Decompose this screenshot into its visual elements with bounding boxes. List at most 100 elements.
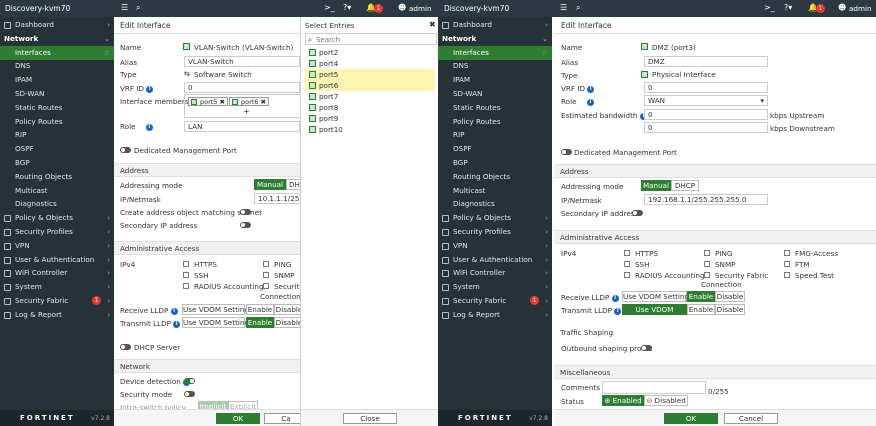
search-input[interactable] bbox=[316, 35, 434, 44]
sidebar-item-vpn[interactable]: VPN › bbox=[0, 239, 114, 253]
sidebar-item-routing-objects[interactable]: Routing Objects bbox=[0, 170, 114, 184]
sidebar-item-security-profiles[interactable]: Security Profiles › bbox=[438, 225, 552, 239]
sidebar-item-diagnostics[interactable]: Diagnostics bbox=[0, 197, 114, 211]
cli-icon[interactable]: >_ bbox=[764, 3, 775, 12]
sidebar-item-multicast[interactable]: Multicast bbox=[0, 184, 114, 198]
remove-icon[interactable]: ✖ bbox=[220, 98, 225, 106]
help-icon[interactable]: ?▾ bbox=[343, 3, 351, 12]
entry-port4[interactable]: port4 bbox=[305, 58, 435, 69]
addressing-dhcp-button[interactable]: DHC bbox=[286, 179, 300, 190]
sidebar-item-dns[interactable]: DNS bbox=[438, 59, 552, 73]
sidebar-item-dashboard[interactable]: Dashboard › bbox=[438, 18, 552, 32]
trans-lldp-disable-button[interactable]: Disable bbox=[274, 317, 300, 328]
snmp-checkbox[interactable] bbox=[704, 261, 710, 267]
star-icon[interactable]: ☆ bbox=[104, 46, 110, 60]
star-icon[interactable]: ☆ bbox=[542, 46, 548, 60]
remove-icon[interactable]: ✖ bbox=[261, 98, 266, 106]
info-icon[interactable]: i bbox=[145, 123, 153, 131]
addressing-manual-button[interactable]: Manual bbox=[641, 180, 671, 191]
create-address-toggle[interactable] bbox=[240, 209, 251, 215]
recv-lldp-vdom-button[interactable]: Use VDOM Setting bbox=[622, 291, 689, 302]
sidebar-item-ipam[interactable]: IPAM bbox=[438, 73, 552, 87]
sidebar-item-ospf[interactable]: OSPF bbox=[438, 142, 552, 156]
sidebar-item-log-report[interactable]: Log & Report › bbox=[0, 308, 114, 322]
cli-icon[interactable]: >_ bbox=[324, 3, 335, 12]
role-select[interactable]: LAN bbox=[184, 121, 300, 132]
sidebar-item-static-routes[interactable]: Static Routes bbox=[0, 101, 114, 115]
recv-lldp-enable-button[interactable]: Enable bbox=[687, 291, 715, 302]
vrf-input[interactable]: 0 bbox=[644, 82, 768, 93]
sidebar-item-interfaces[interactable]: Interfaces ☆ bbox=[0, 45, 114, 60]
members-box[interactable]: port5 ✖ port6 ✖ + bbox=[184, 94, 300, 118]
bw-upstream-input[interactable]: 0 bbox=[644, 109, 768, 120]
sidebar-item-sd-wan[interactable]: SD-WAN bbox=[0, 87, 114, 101]
sidebar-item-security-fabric[interactable]: Security Fabric 1 › bbox=[0, 294, 114, 308]
fmg-access-checkbox[interactable] bbox=[784, 250, 790, 256]
sidebar-item-dns[interactable]: DNS bbox=[0, 59, 114, 73]
sidebar-item-diagnostics[interactable]: Diagnostics bbox=[438, 197, 552, 211]
trans-lldp-enable-button[interactable]: Enable bbox=[687, 304, 715, 315]
status-disabled-button[interactable]: ⊖ Disabled bbox=[644, 395, 688, 406]
info-icon[interactable]: i bbox=[586, 98, 594, 106]
radius-checkbox[interactable] bbox=[183, 283, 189, 289]
sidebar-item-policy-objects[interactable]: Policy & Objects › bbox=[438, 211, 552, 225]
search-icon[interactable]: ⌕ bbox=[136, 3, 140, 13]
info-icon[interactable]: i bbox=[170, 307, 178, 315]
sidebar-item-interfaces[interactable]: Interfaces ☆ bbox=[438, 45, 552, 60]
trans-lldp-vdom-button[interactable]: Use VDOM Setting bbox=[182, 317, 249, 328]
sidebar-item-bgp[interactable]: BGP bbox=[438, 156, 552, 170]
sidebar-item-wifi-controller[interactable]: WiFi Controller › bbox=[438, 266, 552, 280]
addressing-manual-button[interactable]: Manual bbox=[254, 179, 286, 190]
sidebar-item-network[interactable]: Network ⌄ bbox=[438, 32, 552, 46]
sidebar-item-user-authentication[interactable]: User & Authentication › bbox=[438, 253, 552, 267]
sidebar-item-policy-routes[interactable]: Policy Routes bbox=[0, 115, 114, 129]
sidebar-item-wifi-controller[interactable]: WiFi Controller › bbox=[0, 266, 114, 280]
sidebar-item-security-profiles[interactable]: Security Profiles › bbox=[0, 225, 114, 239]
vm-name[interactable]: Discovery-kvm70 bbox=[444, 4, 509, 13]
info-icon[interactable]: i bbox=[146, 85, 154, 93]
user-menu[interactable]: admin bbox=[409, 4, 432, 13]
https-checkbox[interactable] bbox=[624, 250, 630, 256]
sidebar-item-user-authentication[interactable]: User & Authentication › bbox=[0, 253, 114, 267]
trans-lldp-disable-button[interactable]: Disable bbox=[715, 304, 745, 315]
https-checkbox[interactable] bbox=[183, 261, 189, 267]
vrf-input[interactable]: 0 bbox=[184, 82, 300, 93]
ping-checkbox[interactable] bbox=[263, 261, 269, 267]
add-member-button[interactable]: + bbox=[243, 107, 250, 116]
comments-textarea[interactable] bbox=[602, 381, 706, 394]
dedicated-mgmt-toggle[interactable] bbox=[120, 147, 131, 153]
sidebar-item-ospf[interactable]: OSPF bbox=[0, 142, 114, 156]
bw-downstream-input[interactable]: 0 bbox=[644, 122, 768, 133]
entry-port7[interactable]: port7 bbox=[305, 91, 435, 102]
sidebar-item-bgp[interactable]: BGP bbox=[0, 156, 114, 170]
entry-port5[interactable]: port5 bbox=[305, 69, 435, 80]
ipnetmask-input[interactable]: 10.1.1.1/255.2 bbox=[254, 193, 300, 204]
close-icon[interactable]: ✖ bbox=[429, 20, 436, 29]
radius-checkbox[interactable] bbox=[624, 272, 630, 278]
user-menu[interactable]: admin bbox=[849, 4, 872, 13]
entry-port8[interactable]: port8 bbox=[305, 102, 435, 113]
outbound-profile-toggle[interactable] bbox=[641, 345, 652, 351]
sidebar-item-multicast[interactable]: Multicast bbox=[438, 184, 552, 198]
search-icon[interactable]: ⌕ bbox=[576, 3, 580, 13]
dedicated-mgmt-toggle[interactable] bbox=[561, 149, 572, 155]
secondary-ip-toggle[interactable] bbox=[240, 222, 251, 228]
vm-name[interactable]: Discovery-kvm70 bbox=[5, 4, 70, 13]
ssh-checkbox[interactable] bbox=[624, 261, 630, 267]
alias-input[interactable]: VLAN-Switch bbox=[184, 56, 300, 67]
info-icon[interactable]: i bbox=[614, 307, 622, 315]
secondary-ip-toggle[interactable] bbox=[632, 210, 643, 216]
entry-port2[interactable]: port2 bbox=[305, 47, 435, 58]
security-mode-toggle[interactable] bbox=[184, 391, 195, 397]
recv-lldp-disable-button[interactable]: Disable bbox=[715, 291, 745, 302]
recv-lldp-vdom-button[interactable]: Use VDOM Setting bbox=[182, 304, 249, 315]
sidebar-item-network[interactable]: Network ⌄ bbox=[0, 32, 114, 46]
sidebar-item-dashboard[interactable]: Dashboard › bbox=[0, 18, 114, 32]
sidebar-item-rip[interactable]: RIP bbox=[0, 128, 114, 142]
sidebar-item-policy-objects[interactable]: Policy & Objects › bbox=[0, 211, 114, 225]
close-button[interactable]: Close bbox=[343, 413, 397, 424]
entry-port10[interactable]: port10 bbox=[305, 124, 435, 135]
info-icon[interactable]: i bbox=[173, 320, 181, 328]
trans-lldp-vdom-button[interactable]: Use VDOM Setting bbox=[622, 304, 687, 325]
ssh-checkbox[interactable] bbox=[183, 272, 189, 278]
